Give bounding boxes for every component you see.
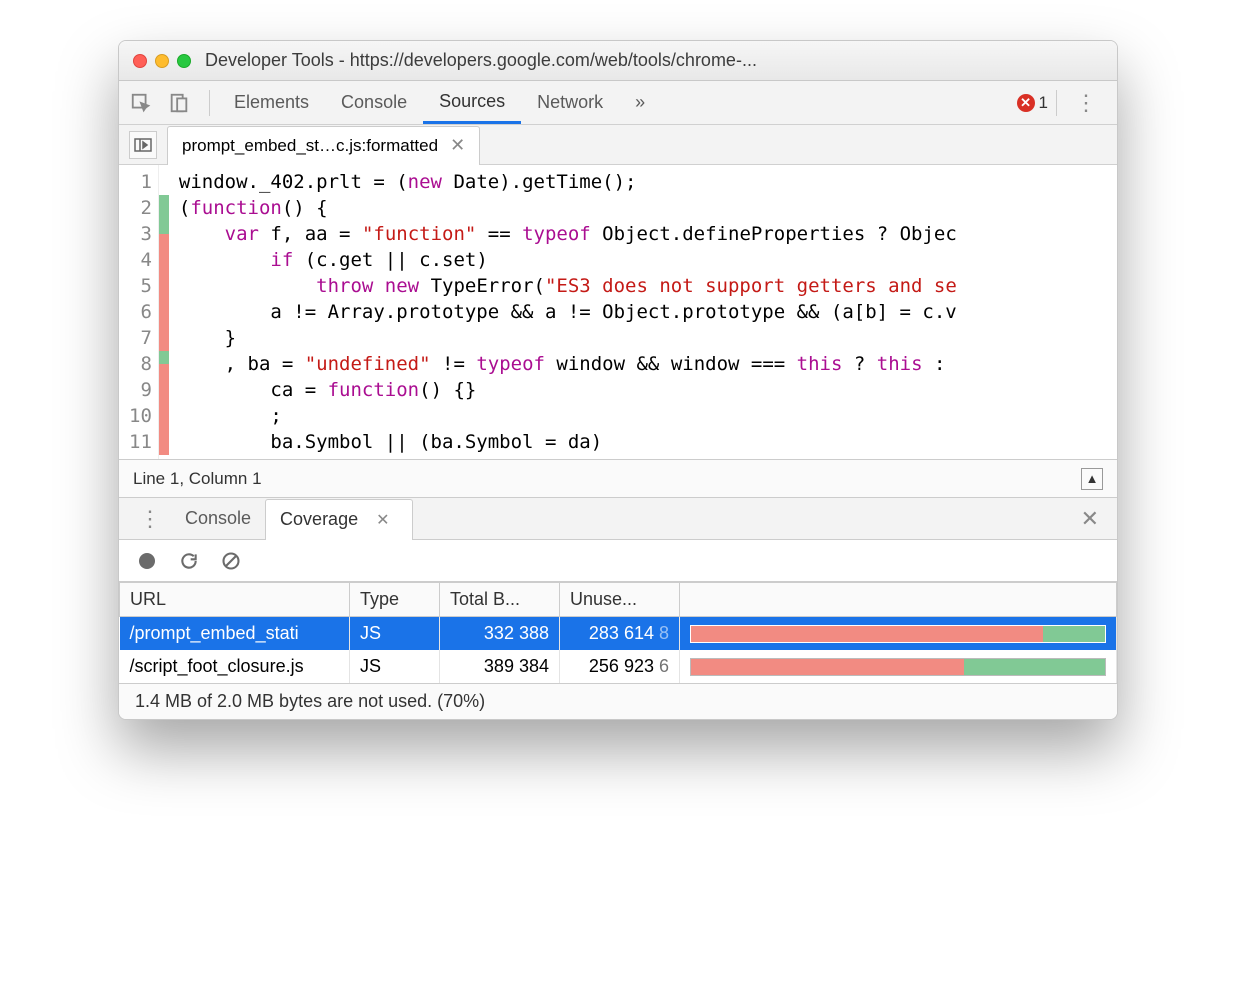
coverage-marker: [159, 429, 169, 455]
cell-unused: 256 923 6: [560, 650, 680, 683]
coverage-marker: [159, 169, 169, 195]
code-line[interactable]: if (c.get || c.set): [179, 247, 957, 273]
code-line[interactable]: (function() {: [179, 195, 957, 221]
line-number: 2: [129, 195, 152, 221]
coverage-table: URL Type Total B... Unuse... /prompt_emb…: [119, 582, 1117, 683]
code-line[interactable]: throw new TypeError("ES3 does not suppor…: [179, 273, 957, 299]
devtools-window: Developer Tools - https://developers.goo…: [118, 40, 1118, 720]
code-line[interactable]: ca = function() {}: [179, 377, 957, 403]
col-type[interactable]: Type: [350, 583, 440, 617]
line-number: 9: [129, 377, 152, 403]
cell-total: 389 384: [440, 650, 560, 683]
coverage-marker: [159, 247, 169, 273]
main-tabbar: Elements Console Sources Network » ✕ 1 ⋮: [119, 81, 1117, 125]
drawer-tabbar: ⋮ Console Coverage ✕ ✕: [119, 498, 1117, 540]
coverage-toolbar: [119, 540, 1117, 582]
drawer-tab-coverage[interactable]: Coverage ✕: [265, 499, 412, 540]
coverage-marker: [159, 299, 169, 325]
line-number: 11: [129, 429, 152, 455]
close-file-tab-icon[interactable]: ✕: [450, 135, 465, 156]
line-number: 10: [129, 403, 152, 429]
traffic-lights: [133, 54, 191, 68]
line-number: 5: [129, 273, 152, 299]
coverage-marker: [159, 351, 169, 377]
close-window-button[interactable]: [133, 54, 147, 68]
cell-bar: [680, 650, 1117, 683]
line-number: 8: [129, 351, 152, 377]
file-tab[interactable]: prompt_embed_st…c.js:formatted ✕: [167, 126, 480, 165]
tab-elements[interactable]: Elements: [218, 81, 325, 124]
coverage-summary: 1.4 MB of 2.0 MB bytes are not used. (70…: [119, 683, 1117, 719]
code-line[interactable]: }: [179, 325, 957, 351]
cell-type: JS: [350, 650, 440, 683]
tabs-overflow-button[interactable]: »: [619, 81, 661, 124]
col-total[interactable]: Total B...: [440, 583, 560, 617]
minimize-window-button[interactable]: [155, 54, 169, 68]
coverage-marker: [159, 273, 169, 299]
coverage-summary-text: 1.4 MB of 2.0 MB bytes are not used. (70…: [135, 691, 485, 712]
col-bar[interactable]: [680, 583, 1117, 617]
cell-type: JS: [350, 617, 440, 651]
coverage-marker: [159, 195, 169, 221]
code-line[interactable]: window._402.prlt = (new Date).getTime();: [179, 169, 957, 195]
close-drawer-tab-icon[interactable]: ✕: [368, 510, 397, 530]
separator: [1056, 90, 1057, 116]
coverage-marker: [159, 403, 169, 429]
editor-statusbar: Line 1, Column 1 ▲: [119, 460, 1117, 498]
code-line[interactable]: , ba = "undefined" != typeof window && w…: [179, 351, 957, 377]
code-line[interactable]: a != Array.prototype && a != Object.prot…: [179, 299, 957, 325]
col-url[interactable]: URL: [120, 583, 350, 617]
line-number: 3: [129, 221, 152, 247]
cell-total: 332 388: [440, 617, 560, 651]
file-tabs-row: prompt_embed_st…c.js:formatted ✕: [119, 125, 1117, 165]
coverage-marker: [159, 221, 169, 247]
error-icon: ✕: [1017, 94, 1035, 112]
coverage-marker: [159, 377, 169, 403]
code-text[interactable]: window._402.prlt = (new Date).getTime();…: [169, 165, 957, 459]
cursor-position: Line 1, Column 1: [133, 469, 262, 489]
separator: [209, 90, 210, 116]
inspect-element-icon[interactable]: [129, 91, 153, 115]
zoom-window-button[interactable]: [177, 54, 191, 68]
cell-bar: [680, 617, 1117, 651]
line-number: 6: [129, 299, 152, 325]
code-editor[interactable]: 1234567891011 window._402.prlt = (new Da…: [119, 165, 1117, 460]
cell-url: /script_foot_closure.js: [120, 650, 350, 683]
window-title: Developer Tools - https://developers.goo…: [205, 50, 757, 71]
coverage-marker: [159, 325, 169, 351]
code-line[interactable]: ;: [179, 403, 957, 429]
show-navigator-button[interactable]: [129, 131, 157, 159]
device-toolbar-icon[interactable]: [167, 91, 191, 115]
code-line[interactable]: var f, aa = "function" == typeof Object.…: [179, 221, 957, 247]
line-numbers-gutter: 1234567891011: [119, 165, 159, 459]
clear-button[interactable]: [219, 549, 243, 573]
coverage-gutter: [159, 165, 169, 459]
line-number: 7: [129, 325, 152, 351]
titlebar: Developer Tools - https://developers.goo…: [119, 41, 1117, 81]
tab-network[interactable]: Network: [521, 81, 619, 124]
tab-sources[interactable]: Sources: [423, 81, 521, 124]
show-drawer-button: ▲: [1081, 468, 1103, 490]
file-tab-label: prompt_embed_st…c.js:formatted: [182, 136, 438, 156]
coverage-row[interactable]: /script_foot_closure.jsJS389 384256 923 …: [120, 650, 1117, 683]
line-number: 1: [129, 169, 152, 195]
tab-console[interactable]: Console: [325, 81, 423, 124]
error-count: 1: [1039, 93, 1048, 113]
error-count-badge[interactable]: ✕ 1: [1017, 93, 1048, 113]
line-number: 4: [129, 247, 152, 273]
code-line[interactable]: ba.Symbol || (ba.Symbol = da): [179, 429, 957, 455]
more-options-icon[interactable]: ⋮: [1065, 90, 1107, 116]
drawer-tab-console[interactable]: Console: [171, 498, 265, 539]
close-drawer-icon[interactable]: ✕: [1073, 506, 1107, 532]
drawer-more-icon[interactable]: ⋮: [129, 506, 171, 532]
col-unused[interactable]: Unuse...: [560, 583, 680, 617]
cell-url: /prompt_embed_stati: [120, 617, 350, 651]
record-button[interactable]: [135, 549, 159, 573]
coverage-row[interactable]: /prompt_embed_statiJS332 388283 614 8: [120, 617, 1117, 651]
reload-button[interactable]: [177, 549, 201, 573]
cell-unused: 283 614 8: [560, 617, 680, 651]
drawer-tab-label: Coverage: [280, 509, 358, 530]
